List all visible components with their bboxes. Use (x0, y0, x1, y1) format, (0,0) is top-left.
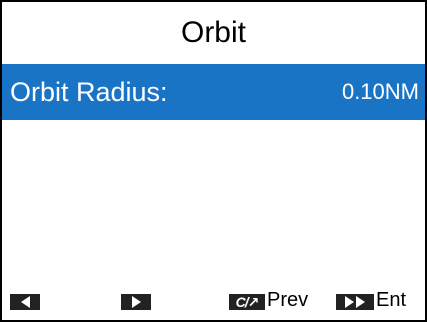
orbit-radius-row[interactable]: Orbit Radius: 0.10NM (2, 64, 425, 120)
double-right-arrow-icon[interactable] (336, 294, 374, 310)
left-arrow-button[interactable] (10, 294, 40, 310)
clear-adjust-icon[interactable]: C/↗ (229, 294, 265, 310)
orbit-radius-label: Orbit Radius: (10, 76, 168, 107)
orbit-radius-value: 0.10NM (341, 79, 419, 104)
right-arrow-icon (131, 296, 141, 308)
left-arrow-icon (20, 296, 30, 308)
prev-button[interactable]: Prev (267, 289, 308, 312)
page-title: Orbit (180, 16, 246, 49)
right-arrow-button[interactable] (121, 294, 151, 310)
enter-button[interactable]: Ent (376, 289, 406, 312)
softkey-bar: C/↗ Prev Ent (2, 286, 425, 320)
device-screen: Orbit Orbit Radius: 0.10NM C/↗ Prev Ent (0, 0, 427, 322)
